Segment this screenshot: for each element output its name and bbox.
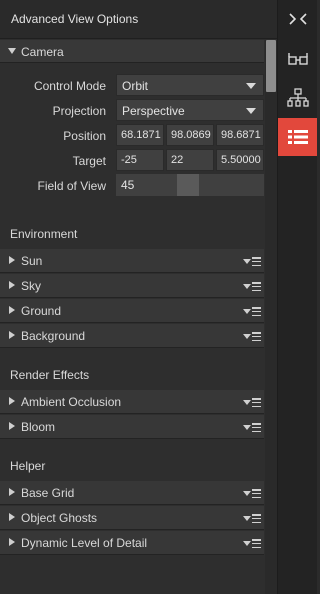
list-item-sun[interactable]: Sun [0, 249, 264, 273]
hierarchy-button[interactable] [278, 79, 317, 117]
collapse-button[interactable] [278, 0, 317, 38]
render-effects-title: Render Effects [10, 368, 90, 382]
expand-triangle-icon [8, 48, 16, 54]
options-menu-icon[interactable] [243, 257, 261, 266]
properties-list-button[interactable] [278, 118, 317, 156]
glasses-icon [287, 53, 308, 65]
list-icon [287, 130, 308, 144]
expand-arrow-icon [9, 422, 15, 430]
list-item-bloom[interactable]: Bloom [0, 415, 264, 439]
helper-title: Helper [10, 459, 46, 473]
collapse-icon [288, 13, 307, 25]
options-menu-icon[interactable] [243, 489, 261, 498]
item-label: Base Grid [21, 486, 75, 500]
item-label: Dynamic Level of Detail [21, 536, 148, 550]
list-item-object-ghosts[interactable]: Object Ghosts [0, 506, 264, 530]
position-z-input[interactable]: 98.6871 [216, 124, 264, 146]
field-of-view-label: Field of View [37, 179, 106, 193]
options-menu-icon[interactable] [243, 282, 261, 291]
expand-arrow-icon [9, 256, 15, 264]
list-item-base-grid[interactable]: Base Grid [0, 481, 264, 505]
options-menu-icon[interactable] [243, 398, 261, 407]
expand-arrow-icon [9, 513, 15, 521]
target-z-input[interactable]: 5.50000 [216, 149, 264, 171]
expand-arrow-icon [9, 538, 15, 546]
environment-title: Environment [10, 227, 78, 241]
item-label: Ground [21, 304, 62, 318]
target-x-input[interactable]: -25 [116, 149, 164, 171]
view-options-panel: Advanced View Options Camera Control Mod… [0, 0, 278, 594]
projection-select[interactable]: Perspective [116, 99, 264, 121]
target-y-input[interactable]: 22 [166, 149, 214, 171]
options-menu-icon[interactable] [243, 332, 261, 341]
scrollbar-thumb[interactable] [266, 40, 276, 92]
panel-title: Advanced View Options [11, 12, 139, 26]
item-label: Object Ghosts [21, 511, 98, 525]
position-x-input[interactable]: 68.1871 [116, 124, 164, 146]
item-label: Background [21, 329, 86, 343]
list-item-dynamic-level-of-detail[interactable]: Dynamic Level of Detail [0, 531, 264, 555]
expand-arrow-icon [9, 488, 15, 496]
expand-arrow-icon [9, 281, 15, 289]
list-item-background[interactable]: Background [0, 324, 264, 348]
chevron-down-icon [246, 83, 256, 89]
list-item-ground[interactable]: Ground [0, 299, 264, 323]
options-menu-icon[interactable] [243, 307, 261, 316]
chevron-down-icon [246, 108, 256, 114]
camera-section-header[interactable]: Camera [0, 40, 264, 63]
item-label: Sun [21, 254, 43, 268]
item-label: Ambient Occlusion [21, 395, 122, 409]
list-item-ambient-occlusion[interactable]: Ambient Occlusion [0, 390, 264, 414]
expand-arrow-icon [9, 331, 15, 339]
expand-arrow-icon [9, 306, 15, 314]
sidebar [278, 0, 317, 594]
field-of-view-value: 45 [121, 178, 135, 192]
options-menu-icon[interactable] [243, 539, 261, 548]
expand-arrow-icon [9, 397, 15, 405]
item-label: Bloom [21, 420, 56, 434]
hierarchy-icon [286, 88, 309, 107]
item-label: Sky [21, 279, 42, 293]
panel-header: Advanced View Options [0, 0, 277, 39]
slider-handle[interactable] [177, 174, 199, 196]
scrollbar[interactable] [265, 40, 277, 594]
field-of-view-slider[interactable]: 45 [116, 174, 264, 196]
view-settings-button[interactable] [278, 40, 317, 78]
camera-section-label: Camera [21, 45, 64, 59]
position-y-input[interactable]: 98.0869 [166, 124, 214, 146]
options-menu-icon[interactable] [243, 514, 261, 523]
options-menu-icon[interactable] [243, 423, 261, 432]
projection-label: Projection [52, 104, 106, 118]
projection-value: Perspective [122, 104, 185, 118]
position-label: Position [63, 129, 106, 143]
control-mode-value: Orbit [122, 79, 149, 93]
control-mode-select[interactable]: Orbit [116, 74, 264, 96]
list-item-sky[interactable]: Sky [0, 274, 264, 298]
target-label: Target [72, 154, 106, 168]
control-mode-label: Control Mode [33, 79, 106, 93]
